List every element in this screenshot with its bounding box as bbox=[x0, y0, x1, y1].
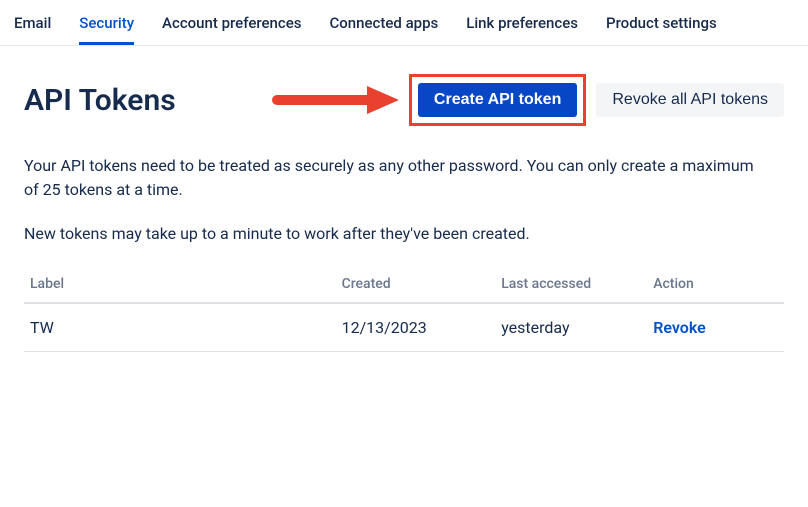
cell-created: 12/13/2023 bbox=[336, 303, 496, 352]
tab-product-settings[interactable]: Product settings bbox=[606, 8, 717, 45]
revoke-link[interactable]: Revoke bbox=[653, 318, 706, 337]
page-content: API Tokens Create API token Revoke all A… bbox=[0, 46, 808, 352]
table-row: TW 12/13/2023 yesterday Revoke bbox=[24, 303, 784, 352]
header-row: API Tokens Create API token Revoke all A… bbox=[24, 74, 784, 126]
tab-link-preferences[interactable]: Link preferences bbox=[466, 8, 578, 45]
revoke-all-api-tokens-button[interactable]: Revoke all API tokens bbox=[596, 83, 784, 117]
settings-tabs: Email Security Account preferences Conne… bbox=[0, 0, 808, 46]
th-created: Created bbox=[336, 266, 496, 303]
tab-security[interactable]: Security bbox=[79, 8, 134, 45]
create-api-token-button[interactable]: Create API token bbox=[418, 83, 577, 117]
th-last-accessed: Last accessed bbox=[495, 266, 647, 303]
th-action: Action bbox=[647, 266, 784, 303]
tab-account-preferences[interactable]: Account preferences bbox=[162, 8, 301, 45]
description-2: New tokens may take up to a minute to wo… bbox=[24, 222, 754, 246]
arrow-annotation-icon bbox=[271, 83, 401, 117]
tab-email[interactable]: Email bbox=[14, 8, 51, 45]
page-title: API Tokens bbox=[24, 83, 176, 118]
tab-connected-apps[interactable]: Connected apps bbox=[330, 8, 439, 45]
cell-label: TW bbox=[24, 303, 336, 352]
create-api-token-highlight: Create API token bbox=[409, 74, 586, 126]
cell-last-accessed: yesterday bbox=[495, 303, 647, 352]
th-label: Label bbox=[24, 266, 336, 303]
description-1: Your API tokens need to be treated as se… bbox=[24, 154, 754, 202]
tokens-table: Label Created Last accessed Action TW 12… bbox=[24, 266, 784, 352]
